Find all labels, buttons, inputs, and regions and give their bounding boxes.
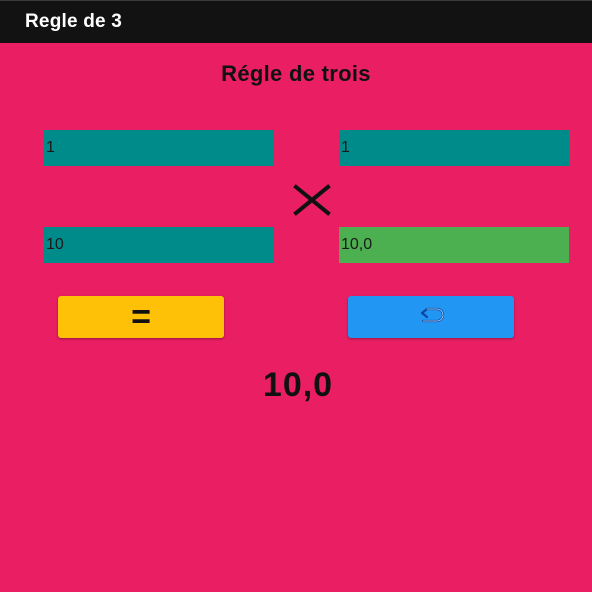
app-title: Regle de 3 [25, 11, 123, 32]
multiply-icon [293, 184, 331, 216]
calculate-button[interactable]: = [58, 296, 224, 338]
computed-value-field[interactable] [339, 227, 569, 263]
result-value: 10,0 [262, 366, 334, 404]
value-a-input[interactable] [44, 130, 274, 166]
app-bar: Regle de 3 [0, 0, 592, 43]
value-c-input[interactable] [44, 227, 274, 263]
value-b-input[interactable] [339, 130, 569, 166]
reset-button[interactable] [348, 296, 514, 338]
page-title: Régle de trois [221, 61, 371, 86]
undo-icon [420, 307, 445, 323]
